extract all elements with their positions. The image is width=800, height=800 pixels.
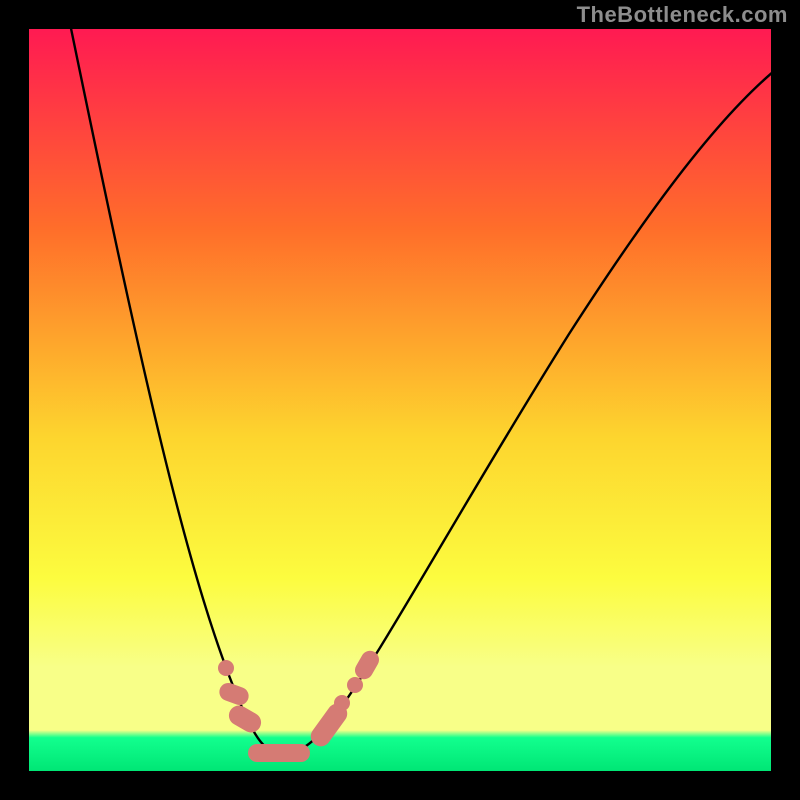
marker-circle	[347, 677, 363, 693]
chart-canvas: TheBottleneck.com	[0, 0, 800, 800]
marker-circle	[334, 695, 350, 711]
watermark-text: TheBottleneck.com	[577, 2, 788, 28]
plot-area	[29, 29, 771, 771]
marker-capsule	[248, 744, 310, 762]
marker-circle	[218, 660, 234, 676]
chart-svg	[29, 29, 771, 771]
gradient-background	[29, 29, 771, 771]
